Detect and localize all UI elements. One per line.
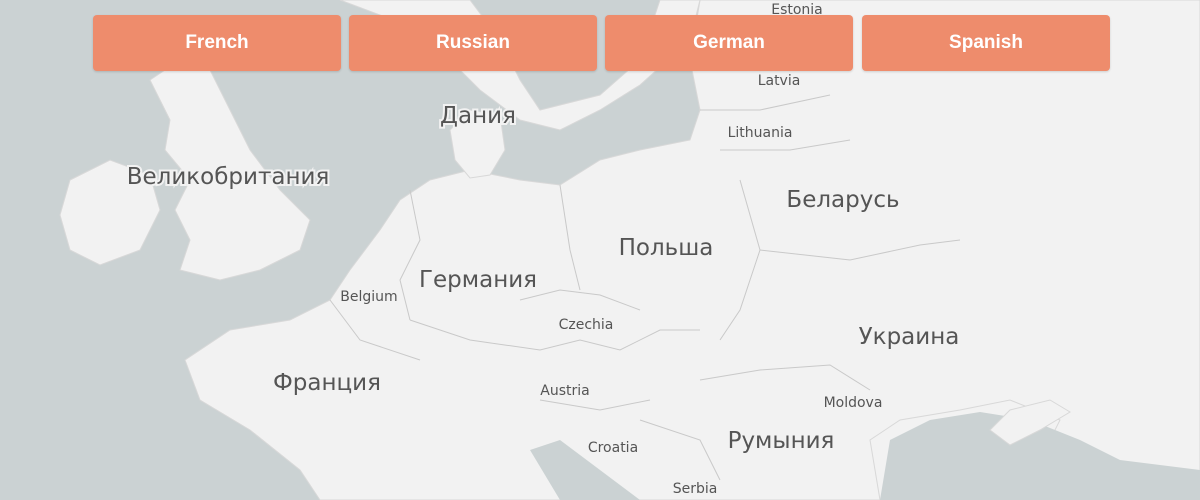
label-ukraine: Украина [859, 324, 960, 350]
label-lithuania: Lithuania [728, 125, 793, 141]
russian-button[interactable]: Russian [349, 15, 597, 71]
language-button-bar: French Russian German Spanish [0, 0, 1200, 80]
label-belgium: Belgium [340, 289, 397, 305]
label-uk: Великобритания [127, 164, 330, 190]
label-germany: Германия [419, 267, 537, 293]
label-denmark: Дания [440, 103, 516, 129]
label-serbia: Serbia [673, 481, 718, 497]
label-france: Франция [273, 370, 381, 396]
french-button[interactable]: French [93, 15, 341, 71]
label-poland: Польша [619, 235, 714, 261]
label-croatia: Croatia [588, 440, 638, 456]
spanish-button[interactable]: Spanish [862, 15, 1110, 71]
label-moldova: Moldova [824, 395, 883, 411]
german-button[interactable]: German [605, 15, 853, 71]
label-romania: Румыния [728, 428, 835, 454]
label-czechia: Czechia [559, 317, 614, 333]
label-belarus: Беларусь [786, 187, 899, 213]
label-austria: Austria [540, 383, 589, 399]
